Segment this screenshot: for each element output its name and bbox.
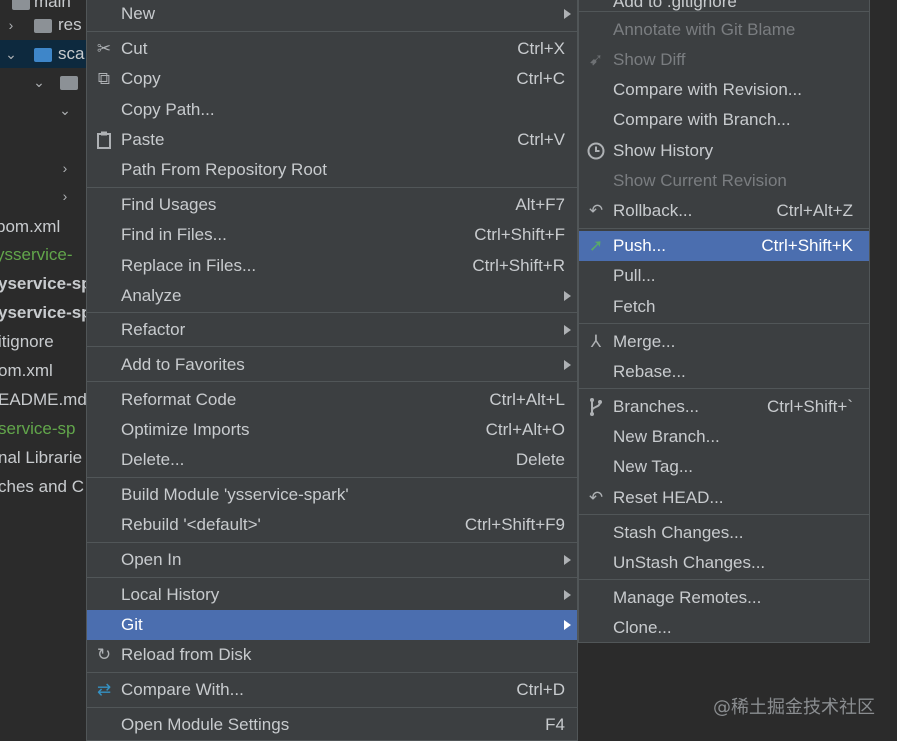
menu-separator [579,388,869,389]
menu-item-optimize-imports[interactable]: Optimize Imports Ctrl+Alt+O [87,415,577,445]
chevron-right-icon[interactable]: › [58,154,72,182]
menu-item-copy-path[interactable]: Copy Path... [87,95,577,125]
menu-item-find-in-files[interactable]: Find in Files... Ctrl+Shift+F [87,220,577,250]
git-item-manage-remotes[interactable]: Manage Remotes... [579,583,869,613]
chevron-down-icon[interactable]: ⌄ [4,40,18,68]
folder-icon [34,48,52,62]
menu-separator [579,514,869,515]
menu-separator [579,11,869,12]
git-item-fetch[interactable]: Fetch [579,292,869,322]
menu-item-reformat-code[interactable]: Reformat Code Ctrl+Alt+L [87,385,577,415]
submenu-arrow-icon [564,360,571,370]
folder-icon [34,19,52,33]
merge-icon: ⅄ [590,332,602,351]
menu-item-delete[interactable]: Delete... Delete [87,445,577,475]
git-item-annotate[interactable]: Annotate with Git Blame [579,15,869,45]
menu-item-build-module[interactable]: Build Module 'ysservice-spark' [87,480,577,510]
git-item-pull[interactable]: Pull... [579,261,869,291]
menu-item-open-in[interactable]: Open In [87,545,577,575]
menu-item-compare-with[interactable]: ⇄ Compare With... Ctrl+D [87,675,577,705]
git-item-branches[interactable]: Branches... Ctrl+Shift+` [579,392,869,422]
git-item-merge[interactable]: ⅄ Merge... [579,327,869,357]
menu-item-replace-in-files[interactable]: Replace in Files... Ctrl+Shift+R [87,251,577,281]
folder-icon [12,0,30,10]
git-item-compare-with-branch[interactable]: Compare with Branch... [579,105,869,135]
git-item-show-current-revision[interactable]: Show Current Revision [579,166,869,196]
scissors-icon: ✂ [96,39,112,58]
menu-separator [87,577,577,578]
project-tree: main › res ⌄ sca ⌄ ⌄ › › pom.xml ysservi… [0,0,88,741]
menu-item-reload-from-disk[interactable]: ↻ Reload from Disk [87,640,577,670]
ide-window: main › res ⌄ sca ⌄ ⌄ › › pom.xml ysservi… [0,0,897,741]
menu-separator [579,228,869,229]
context-menu: New ✂ Cut Ctrl+X ⧉ Copy Ctrl+C Copy Path… [86,0,578,741]
git-item-new-branch[interactable]: New Branch... [579,422,869,452]
compare-arrows-icon: ⇄ [96,680,112,699]
git-item-rebase[interactable]: Rebase... [579,357,869,387]
menu-item-analyze[interactable]: Analyze [87,281,577,311]
git-item-compare-with-revision[interactable]: Compare with Revision... [579,75,869,105]
menu-separator [87,381,577,382]
tree-item-scala[interactable]: ⌄ sca [0,40,88,68]
menu-item-add-to-favorites[interactable]: Add to Favorites [87,350,577,380]
undo-icon: ↶ [588,201,604,220]
menu-separator [87,187,577,188]
menu-separator [579,579,869,580]
git-item-unstash-changes[interactable]: UnStash Changes... [579,548,869,578]
chevron-right-icon[interactable]: › [58,182,72,210]
menu-separator [87,477,577,478]
git-item-push[interactable]: ➚ Push... Ctrl+Shift+K [579,231,869,261]
submenu-arrow-icon [564,590,571,600]
menu-item-path-from-repository-root[interactable]: Path From Repository Root [87,155,577,185]
menu-item-refactor[interactable]: Refactor [87,315,577,345]
chevron-right-icon[interactable]: › [4,11,18,39]
submenu-arrow-icon [564,325,571,335]
menu-separator [87,707,577,708]
git-item-rollback[interactable]: ↶ Rollback... Ctrl+Alt+Z [579,196,869,226]
menu-separator [87,672,577,673]
git-item-stash-changes[interactable]: Stash Changes... [579,518,869,548]
menu-item-new[interactable]: New [87,0,577,29]
submenu-arrow-icon [564,9,571,19]
menu-item-rebuild[interactable]: Rebuild '<default>' Ctrl+Shift+F9 [87,510,577,540]
menu-item-open-module-settings[interactable]: Open Module Settings F4 [87,710,577,740]
git-item-show-diff[interactable]: ➹ Show Diff [579,45,869,75]
submenu-arrow-icon [564,620,571,630]
menu-separator [87,542,577,543]
copy-icon: ⧉ [97,69,111,88]
menu-item-git[interactable]: Git [87,610,577,640]
undo-icon: ↶ [588,488,604,507]
git-item-clone[interactable]: Clone... [579,613,869,643]
push-arrow-icon: ➚ [588,236,604,255]
menu-item-copy[interactable]: ⧉ Copy Ctrl+C [87,64,577,94]
submenu-arrow-icon [564,555,571,565]
submenu-arrow-icon [564,291,571,301]
clipboard-icon [94,130,114,150]
menu-item-local-history[interactable]: Local History [87,580,577,610]
git-item-show-history[interactable]: Show History [579,136,869,166]
git-item-reset-head[interactable]: ↶ Reset HEAD... [579,483,869,513]
menu-item-find-usages[interactable]: Find Usages Alt+F7 [87,190,577,220]
menu-separator [87,31,577,32]
package-icon [60,76,78,90]
chevron-down-icon[interactable]: ⌄ [32,68,46,96]
diff-arrows-icon: ➹ [588,50,604,69]
watermark: @稀土掘金技术社区 [713,697,875,718]
git-submenu: Add to .gitignore Annotate with Git Blam… [578,0,870,643]
menu-item-cut[interactable]: ✂ Cut Ctrl+X [87,34,577,64]
clock-icon [586,141,606,161]
menu-separator [579,323,869,324]
refresh-icon: ↻ [96,645,112,664]
chevron-down-icon[interactable]: ⌄ [58,96,72,124]
menu-separator [87,346,577,347]
menu-item-paste[interactable]: Paste Ctrl+V [87,125,577,155]
menu-separator [87,312,577,313]
branch-icon [586,397,606,417]
git-item-new-tag[interactable]: New Tag... [579,452,869,482]
